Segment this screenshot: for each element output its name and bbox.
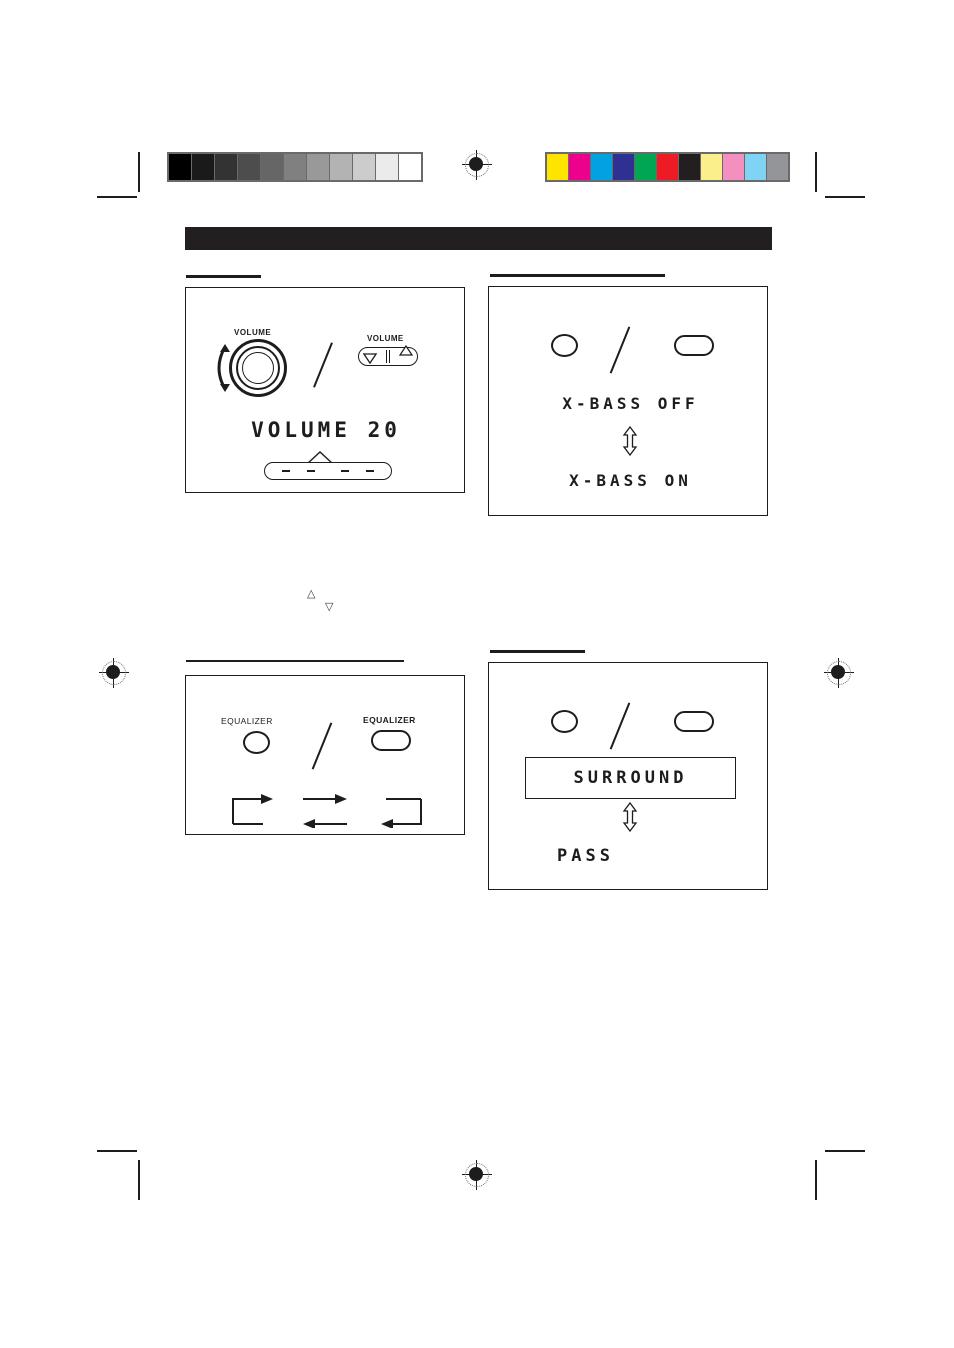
up-down-arrow-icon <box>622 802 638 832</box>
triangle-up-icon[interactable] <box>399 344 413 361</box>
color-swatch-8 <box>723 154 744 180</box>
grayscale-swatch-8 <box>353 154 375 180</box>
pass-text: PASS <box>557 846 614 866</box>
dash-mark <box>306 470 315 472</box>
surround-text: SURROUND <box>573 768 688 788</box>
crop-mark-bottom-left-vertical <box>138 1160 140 1200</box>
grayscale-swatch-2 <box>215 154 237 180</box>
color-calibration-strip <box>545 152 790 182</box>
triangle-down-icon[interactable] <box>363 352 377 364</box>
xbass-panel: X-BASS OFF X-BASS ON <box>488 286 768 516</box>
equalizer-separator-slash <box>311 722 333 770</box>
color-swatch-3 <box>613 154 634 180</box>
cycle-arrows-icon <box>232 794 422 828</box>
grayscale-calibration-strip <box>167 152 423 182</box>
equalizer-panel: EQUALIZER EQUALIZER <box>185 675 465 835</box>
grayscale-swatch-7 <box>330 154 352 180</box>
volume-separator-slash <box>313 342 333 388</box>
xbass-separator-slash <box>609 326 631 374</box>
orphan-triangle-up-glyph: △ <box>307 588 316 600</box>
xbass-off-text: X-BASS OFF <box>562 393 699 413</box>
color-swatch-0 <box>547 154 568 180</box>
equalizer-oval-button-icon[interactable] <box>371 730 411 751</box>
page-header-bar <box>185 227 772 250</box>
grayscale-swatch-4 <box>261 154 283 180</box>
volume-rocker-button[interactable] <box>358 344 418 366</box>
volume-display-text: VOLUME 20 <box>251 418 401 442</box>
xbass-oval-button-icon[interactable] <box>674 335 714 356</box>
equalizer-panel-rule <box>186 660 404 662</box>
xbass-panel-rule <box>490 274 665 277</box>
volume-knob[interactable] <box>229 339 287 397</box>
surround-separator-slash <box>609 702 631 750</box>
grayscale-swatch-3 <box>238 154 260 180</box>
color-swatch-2 <box>591 154 612 180</box>
color-swatch-6 <box>679 154 700 180</box>
rocker-divider <box>386 350 390 363</box>
registration-target-right-middle <box>824 658 854 688</box>
volume-panel-rule <box>186 275 261 278</box>
crop-mark-bottom-right-vertical <box>815 1160 817 1200</box>
volume-display: VOLUME 20 <box>207 406 445 454</box>
surround-round-button-icon[interactable] <box>551 710 578 733</box>
registration-target-top-center <box>462 150 492 180</box>
crop-mark-top-left-vertical <box>138 152 140 192</box>
equalizer-round-button-icon[interactable] <box>243 731 270 754</box>
volume-rocker-label: VOLUME <box>367 334 404 343</box>
grayscale-swatch-1 <box>192 154 214 180</box>
equalizer-button-label: EQUALIZER <box>363 715 416 725</box>
surround-display: SURROUND <box>525 757 736 799</box>
pass-display: PASS <box>525 835 736 877</box>
grayscale-swatch-0 <box>169 154 191 180</box>
grayscale-swatch-9 <box>376 154 398 180</box>
grayscale-swatch-6 <box>307 154 329 180</box>
up-down-arrow-icon <box>622 426 638 456</box>
registration-target-bottom-center <box>462 1160 492 1190</box>
surround-panel-rule <box>490 650 585 653</box>
grayscale-swatch-5 <box>284 154 306 180</box>
volume-panel: VOLUME VOLUME VOLUME 20 <box>185 287 465 493</box>
color-swatch-5 <box>657 154 678 180</box>
equalizer-knob-label: EQUALIZER <box>221 716 273 726</box>
dash-mark <box>281 470 290 472</box>
xbass-round-button-icon[interactable] <box>551 334 578 357</box>
volume-knob-label: VOLUME <box>234 328 272 337</box>
xbass-display-off: X-BASS OFF <box>525 382 736 424</box>
color-swatch-4 <box>635 154 656 180</box>
surround-panel: SURROUND PASS <box>488 662 768 890</box>
xbass-display-on: X-BASS ON <box>525 459 736 501</box>
color-swatch-9 <box>745 154 766 180</box>
registration-target-left-middle <box>99 658 129 688</box>
orphan-triangle-down-glyph: ▽ <box>325 601 334 613</box>
grayscale-swatch-10 <box>399 154 421 180</box>
color-swatch-10 <box>767 154 788 180</box>
xbass-on-text: X-BASS ON <box>569 470 692 490</box>
crop-mark-bottom-right-horizontal <box>825 1150 865 1152</box>
crop-mark-top-right-vertical <box>815 152 817 192</box>
volume-dash-strip <box>264 462 392 480</box>
surround-oval-button-icon[interactable] <box>674 711 714 732</box>
crop-mark-top-left-horizontal <box>97 196 137 198</box>
dash-mark <box>341 470 350 472</box>
dash-mark <box>366 470 375 472</box>
crop-mark-top-right-horizontal <box>825 196 865 198</box>
color-swatch-7 <box>701 154 722 180</box>
rotate-arrow-icon <box>217 344 230 392</box>
color-swatch-1 <box>569 154 590 180</box>
crop-mark-bottom-left-horizontal <box>97 1150 137 1152</box>
